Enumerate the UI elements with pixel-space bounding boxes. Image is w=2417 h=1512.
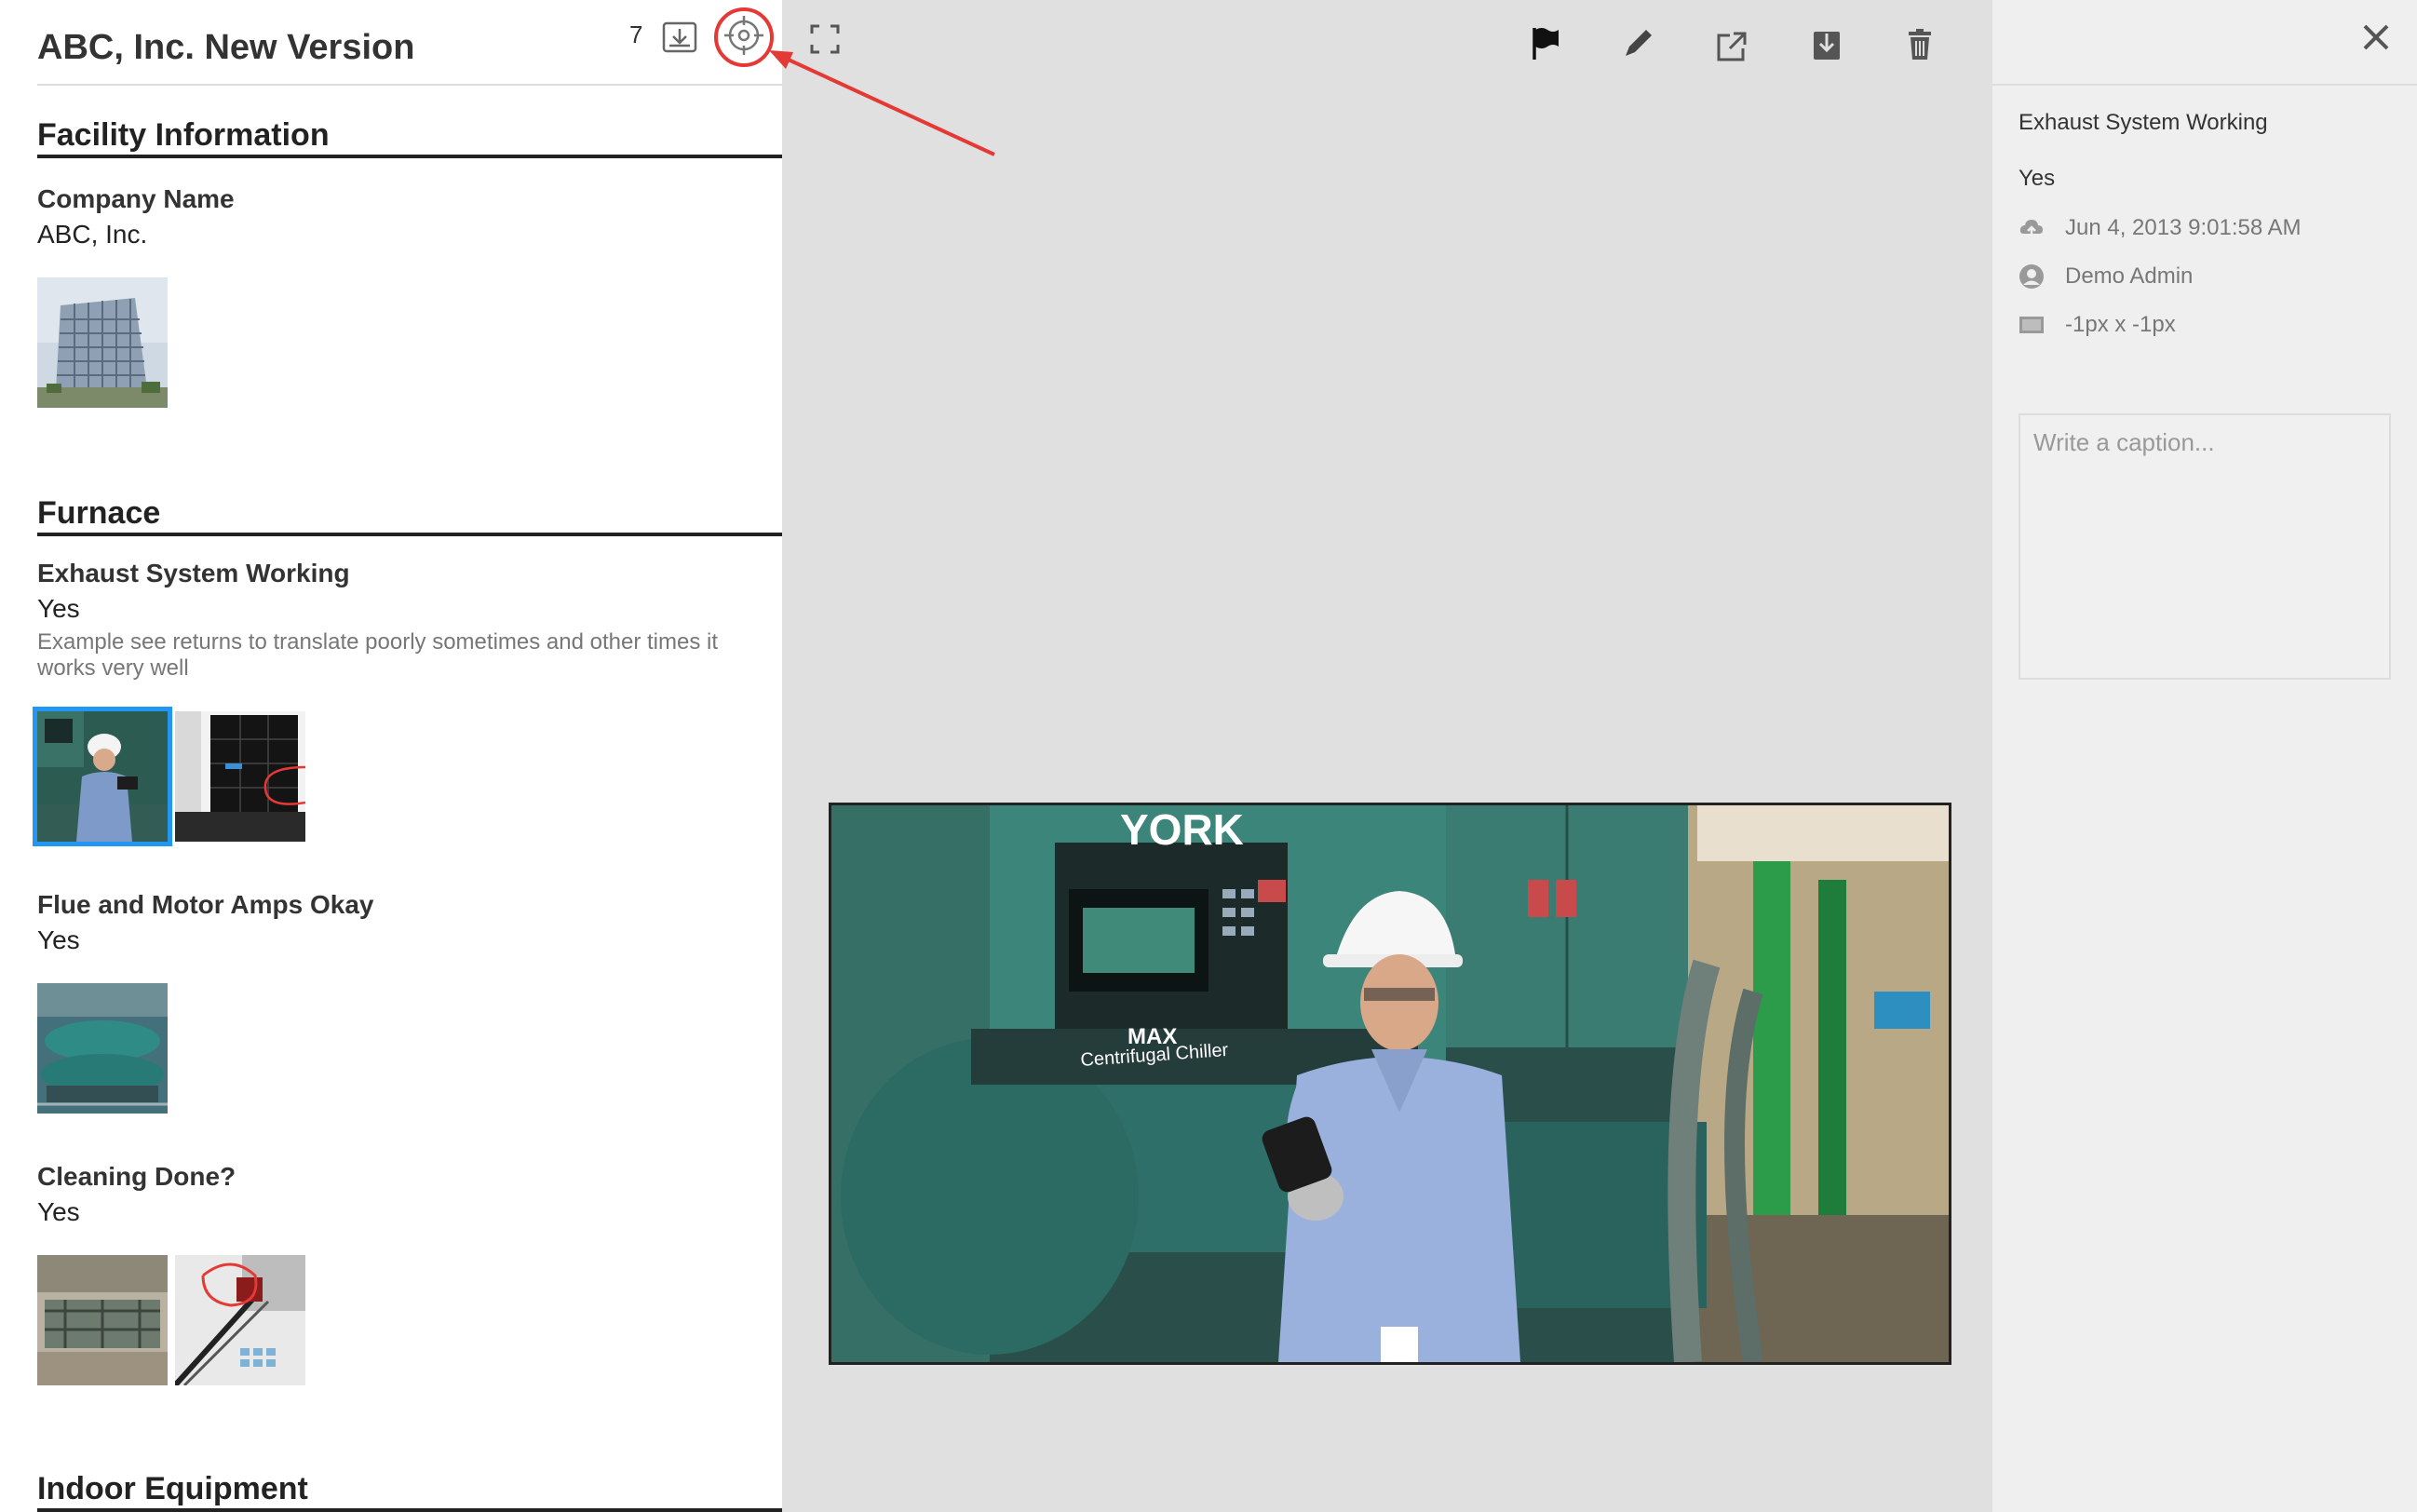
section-heading-indoor: Indoor Equipment bbox=[37, 1471, 308, 1506]
delete-button[interactable] bbox=[1901, 26, 1938, 63]
section-rule bbox=[37, 1508, 782, 1512]
trash-icon bbox=[1909, 29, 1931, 60]
main-photo: YORK MAX Centrifugal Chiller bbox=[829, 803, 1951, 1365]
field-value: Yes bbox=[37, 594, 80, 623]
details-divider bbox=[1992, 84, 2417, 86]
flag-icon bbox=[1533, 28, 1559, 60]
field-value: ABC, Inc. bbox=[37, 220, 148, 249]
flag-button[interactable] bbox=[1527, 24, 1564, 61]
download-icon bbox=[1814, 32, 1840, 60]
details-dimensions-row: -1px x -1px bbox=[2019, 309, 2176, 341]
cloud-upload-icon bbox=[2019, 220, 2043, 239]
pencil-icon bbox=[1626, 30, 1652, 56]
details-timestamp-row: Jun 4, 2013 9:01:58 AM bbox=[2019, 212, 2302, 244]
photo-count: 7 bbox=[629, 20, 643, 48]
photo-thumbnail-chiller[interactable] bbox=[37, 983, 168, 1114]
open-external-icon bbox=[1717, 32, 1747, 61]
fullscreen-button[interactable] bbox=[806, 20, 844, 58]
details-timestamp: Jun 4, 2013 9:01:58 AM bbox=[2065, 215, 2302, 240]
open-external-button[interactable] bbox=[1713, 28, 1750, 65]
user-avatar-icon bbox=[2019, 264, 2044, 289]
page-title: ABC, Inc. New Version bbox=[37, 28, 415, 67]
tray-download-icon bbox=[662, 21, 697, 53]
fullscreen-icon bbox=[810, 24, 840, 54]
title-divider bbox=[37, 84, 782, 86]
details-user-row: Demo Admin bbox=[2019, 261, 2193, 292]
close-icon bbox=[2363, 24, 2389, 50]
field-label: Company Name bbox=[37, 184, 235, 213]
edit-button[interactable] bbox=[1620, 24, 1657, 61]
details-dimensions: -1px x -1px bbox=[2065, 312, 2176, 337]
caption-input[interactable] bbox=[2019, 413, 2391, 680]
annotation-circle bbox=[714, 7, 774, 67]
section-rule bbox=[37, 533, 782, 536]
field-value: Yes bbox=[37, 1197, 80, 1226]
field-note: Example see returns to translate poorly … bbox=[37, 629, 718, 681]
photo-thumbnail-panel[interactable] bbox=[175, 711, 305, 842]
export-button[interactable] bbox=[661, 19, 698, 56]
photo-thumbnail-wiring[interactable] bbox=[175, 1255, 305, 1385]
details-user: Demo Admin bbox=[2065, 263, 2194, 289]
field-label: Cleaning Done? bbox=[37, 1162, 236, 1191]
section-heading-facility: Facility Information bbox=[37, 117, 330, 153]
field-value: Yes bbox=[37, 925, 80, 954]
details-answer: Yes bbox=[2019, 166, 2056, 191]
image-size-icon bbox=[2019, 317, 2044, 333]
close-button[interactable] bbox=[2357, 19, 2395, 56]
details-question: Exhaust System Working bbox=[2019, 110, 2268, 135]
download-button[interactable] bbox=[1808, 26, 1845, 63]
field-label: Flue and Motor Amps Okay bbox=[37, 890, 374, 919]
field-label: Exhaust System Working bbox=[37, 559, 350, 587]
photo-thumbnail-equipment[interactable] bbox=[37, 1255, 168, 1385]
photo-thumbnail-technician[interactable] bbox=[33, 707, 172, 846]
photo-thumbnail-building[interactable] bbox=[37, 277, 168, 408]
section-heading-furnace: Furnace bbox=[37, 495, 161, 531]
section-rule bbox=[37, 155, 782, 158]
photo-brand-label: YORK bbox=[1120, 805, 1244, 854]
